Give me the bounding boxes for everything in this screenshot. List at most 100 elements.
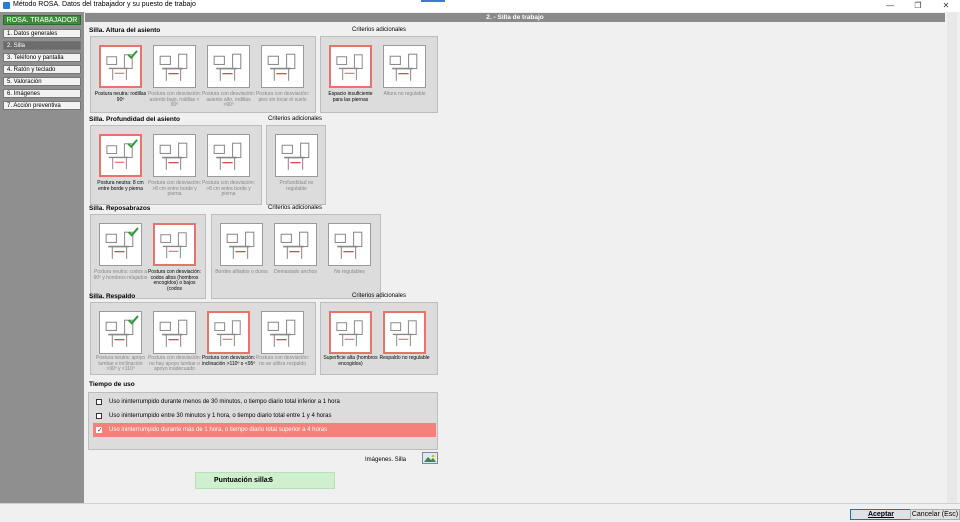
reposabrazos-criteria-group: Bordes afilados o duros Demasiado anchos…: [211, 214, 381, 299]
tiempo-option-1-checkbox[interactable]: [96, 399, 102, 405]
illustration-shape: [177, 232, 187, 247]
cancel-button[interactable]: Cancelar (Esc): [910, 509, 960, 520]
tiempo-option-2[interactable]: Uso ininterrumpido entre 30 minutos y 1 …: [93, 409, 436, 423]
posture-illustration: [280, 231, 309, 259]
tiempo-option-3[interactable]: Uso ininterrumpido durante más de 1 hora…: [93, 423, 436, 438]
sidebar-item-valoracion[interactable]: 5. Valoración: [3, 77, 81, 86]
posture-illustration: [213, 142, 242, 170]
tiempo-option-1[interactable]: Uso ininterrumpido durante menos de 30 m…: [93, 395, 436, 409]
score-label: Puntuación silla:: [214, 477, 271, 484]
illustration-shape: [286, 319, 296, 336]
tiempo-option-3-checkbox[interactable]: [96, 424, 103, 438]
sidebar-item-datos-generales[interactable]: 1. Datos generales: [3, 29, 81, 38]
illustration-shape: [178, 142, 188, 159]
posture-illustration: [281, 142, 310, 170]
image-icon[interactable]: [422, 452, 438, 464]
images-label: Imágenes. Silla: [365, 457, 407, 463]
section-title-profundidad: Silla. Profundidad del asiento: [89, 116, 181, 123]
illustration-shape: [159, 55, 171, 65]
minimize-icon[interactable]: —: [876, 0, 904, 12]
title-accent: [421, 0, 445, 2]
tiempo-option-2-checkbox[interactable]: [96, 413, 102, 419]
illustration-shape: [159, 321, 171, 331]
profundidad-options-group: Postura neutra: 8 cm entre borde y piern…: [90, 125, 262, 205]
reposabrazos-option-2[interactable]: [153, 223, 196, 266]
posture-illustration: [159, 319, 188, 347]
respaldo-option-1[interactable]: [99, 311, 142, 354]
footer: Aceptar Cancelar (Esc): [0, 503, 960, 522]
profundidad-option-3[interactable]: [207, 134, 250, 177]
altura-option-4[interactable]: [261, 45, 304, 88]
score-box: Puntuación silla: 6: [195, 472, 335, 489]
reposabrazos-criteria-2-caption: Demasiado anchos: [274, 269, 317, 275]
criteria-title-reposabrazos: Criterios adicionales: [267, 205, 323, 211]
respaldo-criteria-2[interactable]: [383, 311, 426, 354]
respaldo-criteria-group: Superficie alta (hombros encogidos) Resp…: [320, 302, 438, 375]
illustration-shape: [105, 321, 117, 331]
respaldo-criteria-1[interactable]: [329, 311, 372, 354]
respaldo-option-2[interactable]: [153, 311, 196, 354]
illustration-shape: [267, 321, 279, 331]
illustration-shape: [299, 231, 309, 248]
tiempo-option-2-label: Uso ininterrumpido entre 30 minutos y 1 …: [109, 413, 332, 419]
criteria-title-altura: Criterios adicionales: [351, 27, 407, 33]
accept-button[interactable]: Aceptar: [850, 509, 912, 520]
illustration-shape: [214, 322, 226, 332]
illustration-shape: [408, 53, 418, 70]
illustration-shape: [390, 322, 402, 332]
illustration-shape: [389, 55, 401, 65]
posture-illustration: [213, 53, 242, 81]
altura-option-2[interactable]: [153, 45, 196, 88]
profundidad-criteria-1[interactable]: [275, 134, 318, 177]
illustration-shape: [105, 233, 117, 243]
reposabrazos-option-2-caption: Postura con desviación: codos altos (hom…: [147, 269, 202, 292]
posture-illustration: [336, 320, 363, 347]
sidebar-item-telefono-pantalla[interactable]: 3. Teléfono y pantalla: [3, 53, 81, 62]
reposabrazos-criteria-1[interactable]: [220, 223, 263, 266]
posture-illustration: [160, 232, 187, 259]
restore-icon[interactable]: ❐: [904, 0, 932, 12]
illustration-shape: [231, 320, 241, 335]
sidebar-item-silla[interactable]: 2. Silla: [3, 41, 81, 50]
illustration-shape: [245, 231, 255, 248]
profundidad-option-2-caption: Postura con desviación: >8 cm entre bord…: [147, 180, 202, 198]
profundidad-option-1[interactable]: [99, 134, 142, 177]
illustration-shape: [336, 56, 348, 66]
altura-option-1[interactable]: [99, 45, 142, 88]
close-icon[interactable]: ✕: [932, 0, 960, 12]
altura-criteria-2[interactable]: [383, 45, 426, 88]
posture-illustration: [214, 320, 241, 347]
sidebar-header: ROSA. TRABAJADOR: [3, 15, 81, 25]
posture-illustration: [106, 139, 138, 170]
sidebar-item-imagenes[interactable]: 6. Imágenes: [3, 89, 81, 98]
illustration-shape: [334, 233, 346, 243]
sidebar-item-accion-preventiva[interactable]: 7. Acción preventiva: [3, 101, 81, 110]
profundidad-option-2[interactable]: [153, 134, 196, 177]
respaldo-criteria-2-caption: Respaldo no regulable: [379, 355, 430, 361]
scrollbar[interactable]: [947, 12, 957, 503]
illustration-shape: [213, 144, 225, 154]
profundidad-criteria-group: Profundidad no regulable: [266, 125, 326, 205]
illustration-shape: [353, 231, 363, 248]
illustration-shape: [353, 54, 363, 69]
reposabrazos-criteria-3[interactable]: [328, 223, 371, 266]
respaldo-option-4[interactable]: [261, 311, 304, 354]
illustration-shape: [353, 320, 363, 335]
reposabrazos-criteria-3-caption: No regulables: [334, 269, 365, 275]
illustration-shape: [336, 322, 348, 332]
altura-criteria-1[interactable]: [329, 45, 372, 88]
illustration-shape: [267, 55, 279, 65]
altura-option-3[interactable]: [207, 45, 250, 88]
respaldo-options-group: Postura neutra: apoyo lumbar e inclinaci…: [90, 302, 316, 375]
posture-illustration: [159, 142, 188, 170]
reposabrazos-criteria-2[interactable]: [274, 223, 317, 266]
altura-options-group: Postura neutra: rodillas 90º Postura con…: [90, 36, 316, 113]
posture-illustration: [159, 53, 188, 81]
sidebar-item-raton-teclado[interactable]: 4. Ratón y teclado: [3, 65, 81, 74]
tiempo-group: Uso ininterrumpido durante menos de 30 m…: [88, 392, 438, 450]
altura-option-1-caption: Postura neutra: rodillas 90º: [94, 91, 147, 103]
section-title-reposabrazos: Silla. Reposabrazos: [89, 205, 151, 212]
page-title: 2. - Silla de trabajo: [85, 13, 945, 22]
reposabrazos-option-1[interactable]: [99, 223, 142, 266]
respaldo-option-3[interactable]: [207, 311, 250, 354]
